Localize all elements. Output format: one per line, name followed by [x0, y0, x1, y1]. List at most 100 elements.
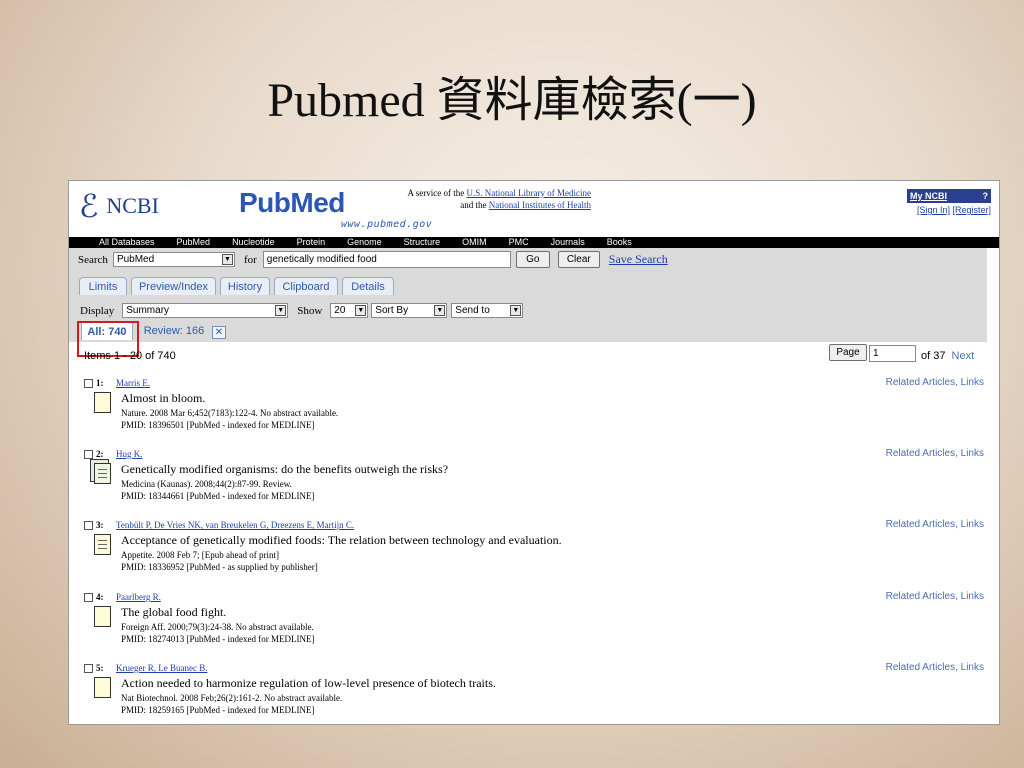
for-label: for — [243, 253, 257, 266]
help-icon[interactable]: ? — [983, 189, 989, 203]
result-number: 3: — [96, 520, 104, 530]
result-title: Genetically modified organisms: do the b… — [121, 462, 449, 476]
links-link[interactable]: Links — [961, 519, 984, 530]
result-item: 4: Paarlberg R. Related Articles, Links T… — [84, 591, 989, 644]
nav-protein[interactable]: Protein — [297, 237, 326, 248]
database-select-value: PubMed — [116, 254, 155, 265]
pubmed-logo-url: www.pubmed.gov — [341, 219, 433, 230]
result-pmid: PMID: 18396501 [PubMed - indexed for MED… — [121, 420, 315, 430]
display-format-select[interactable]: Summary ▼ — [122, 303, 289, 318]
nav-journals[interactable]: Journals — [551, 237, 585, 248]
related-articles-link[interactable]: Related Articles — [886, 662, 955, 673]
page-input[interactable]: 1 — [869, 345, 916, 362]
document-icon[interactable] — [94, 606, 111, 627]
related-articles-link[interactable]: Related Articles — [886, 377, 955, 388]
page-button[interactable]: Page — [829, 344, 867, 361]
result-citation-source: Foreign Aff. 2000;79(3):24-38. No abstra… — [121, 622, 314, 632]
result-links: Related Articles, Links — [886, 377, 984, 388]
nav-all-databases[interactable]: All Databases — [99, 237, 155, 248]
abstract-document-icon[interactable] — [94, 534, 111, 555]
nav-pubmed[interactable]: PubMed — [177, 237, 211, 248]
result-authors[interactable]: Hug K. — [116, 449, 143, 459]
ncbi-logo[interactable]: ℰ NCBI — [79, 190, 159, 222]
database-select[interactable]: PubMed ▼ — [112, 252, 235, 267]
related-articles-link[interactable]: Related Articles — [886, 448, 955, 459]
sign-in-link[interactable]: [Sign In] — [917, 205, 950, 215]
result-link-separator: , — [955, 519, 958, 530]
result-citation: Nat Biotechnol. 2008 Feb;26(2):161-2. No… — [121, 692, 342, 716]
tools-icon[interactable]: ✕ — [212, 326, 226, 339]
go-button[interactable]: Go — [515, 251, 550, 268]
items-range: Items 1 - 20 of 740 — [84, 350, 176, 362]
search-label: Search — [78, 253, 108, 266]
sort-by-select[interactable]: Sort By ▼ — [371, 303, 448, 318]
pubmed-logo-pub: Pub — [239, 187, 291, 218]
ncbi-logo-text: NCBI — [106, 193, 159, 218]
result-number: 5: — [96, 663, 104, 673]
result-links: Related Articles, Links — [886, 519, 984, 530]
show-count-select[interactable]: 20 ▼ — [330, 303, 369, 318]
links-link[interactable]: Links — [961, 377, 984, 388]
my-ncbi-link[interactable]: My NCBI — [910, 189, 947, 203]
tab-history[interactable]: History — [220, 277, 270, 295]
tab-review-results[interactable]: Review: 166 — [139, 322, 209, 340]
document-icon[interactable] — [94, 677, 111, 698]
nav-omim[interactable]: OMIM — [462, 237, 487, 248]
nav-genome[interactable]: Genome — [347, 237, 382, 248]
database-nav-bar: All Databases PubMed Nucleotide Protein … — [69, 237, 999, 248]
nav-pmc[interactable]: PMC — [509, 237, 529, 248]
document-icon[interactable] — [94, 392, 111, 413]
result-authors[interactable]: Marris E. — [116, 378, 150, 388]
result-title: Acceptance of genetically modified foods… — [121, 533, 562, 547]
tab-preview-index[interactable]: Preview/Index — [131, 277, 216, 295]
result-checkbox[interactable] — [84, 378, 93, 388]
display-format-value: Summary — [126, 305, 170, 316]
result-checkbox[interactable] — [84, 449, 93, 459]
chevron-down-icon: ▼ — [275, 305, 287, 316]
links-link[interactable]: Links — [961, 448, 984, 459]
result-pmid: PMID: 18336952 [PubMed - as supplied by … — [121, 562, 318, 572]
result-authors[interactable]: Krueger R, Le Buanec B. — [116, 663, 207, 673]
send-to-select[interactable]: Send to ▼ — [451, 303, 524, 318]
result-number: 2: — [96, 449, 104, 459]
result-title: Almost in bloom. — [121, 391, 206, 405]
related-articles-link[interactable]: Related Articles — [886, 591, 955, 602]
related-articles-link[interactable]: Related Articles — [886, 519, 955, 530]
tab-clipboard[interactable]: Clipboard — [274, 277, 338, 295]
review-document-icon[interactable] — [94, 463, 111, 484]
result-link-separator: , — [955, 448, 958, 459]
clear-button[interactable]: Clear — [557, 251, 600, 268]
display-label: Display — [80, 304, 115, 317]
chevron-down-icon: ▼ — [510, 305, 522, 316]
save-search-link[interactable]: Save Search — [609, 252, 668, 267]
next-link[interactable]: Next — [952, 350, 975, 362]
nav-books[interactable]: Books — [607, 237, 632, 248]
result-authors[interactable]: Paarlberg R. — [116, 592, 161, 602]
nih-link[interactable]: National Institutes of Health — [489, 200, 591, 210]
search-input-value: genetically modified food — [266, 254, 377, 265]
nav-structure[interactable]: Structure — [404, 237, 441, 248]
result-citation-source: Medicina (Kaunas). 2008;44(2):87-99. Rev… — [121, 479, 292, 489]
tab-details[interactable]: Details — [342, 277, 394, 295]
nlm-link[interactable]: U.S. National Library of Medicine — [467, 188, 591, 198]
result-checkbox[interactable] — [84, 520, 93, 530]
service-credit: A service of the U.S. National Library o… — [369, 187, 591, 211]
register-link[interactable]: [Register] — [952, 205, 991, 215]
links-link[interactable]: Links — [961, 591, 984, 602]
result-checkbox[interactable] — [84, 592, 93, 602]
pubmed-logo[interactable]: PubMed www.pubmed.gov — [239, 187, 432, 233]
sort-by-value: Sort By — [375, 305, 409, 316]
result-links: Related Articles, Links — [886, 591, 984, 602]
pubmed-screenshot: ℰ NCBI PubMed www.pubmed.gov A service o… — [68, 180, 1000, 725]
result-pmid: PMID: 18274013 [PubMed - indexed for MED… — [121, 634, 315, 644]
my-ncbi-box: My NCBI? [Sign In] [Register] — [907, 189, 991, 217]
links-link[interactable]: Links — [961, 662, 984, 673]
result-checkbox[interactable] — [84, 663, 93, 673]
tab-limits[interactable]: Limits — [79, 277, 127, 295]
search-input[interactable]: genetically modified food — [262, 251, 511, 268]
result-authors[interactable]: Tenbült P, De Vries NK, van Breukelen G,… — [116, 520, 354, 530]
nav-nucleotide[interactable]: Nucleotide — [232, 237, 275, 248]
result-title: Action needed to harmonize regulation of… — [121, 676, 496, 690]
page-count: of 37 Next — [921, 350, 974, 362]
result-citation-source: Appetite. 2008 Feb 7; [Epub ahead of pri… — [121, 550, 279, 560]
